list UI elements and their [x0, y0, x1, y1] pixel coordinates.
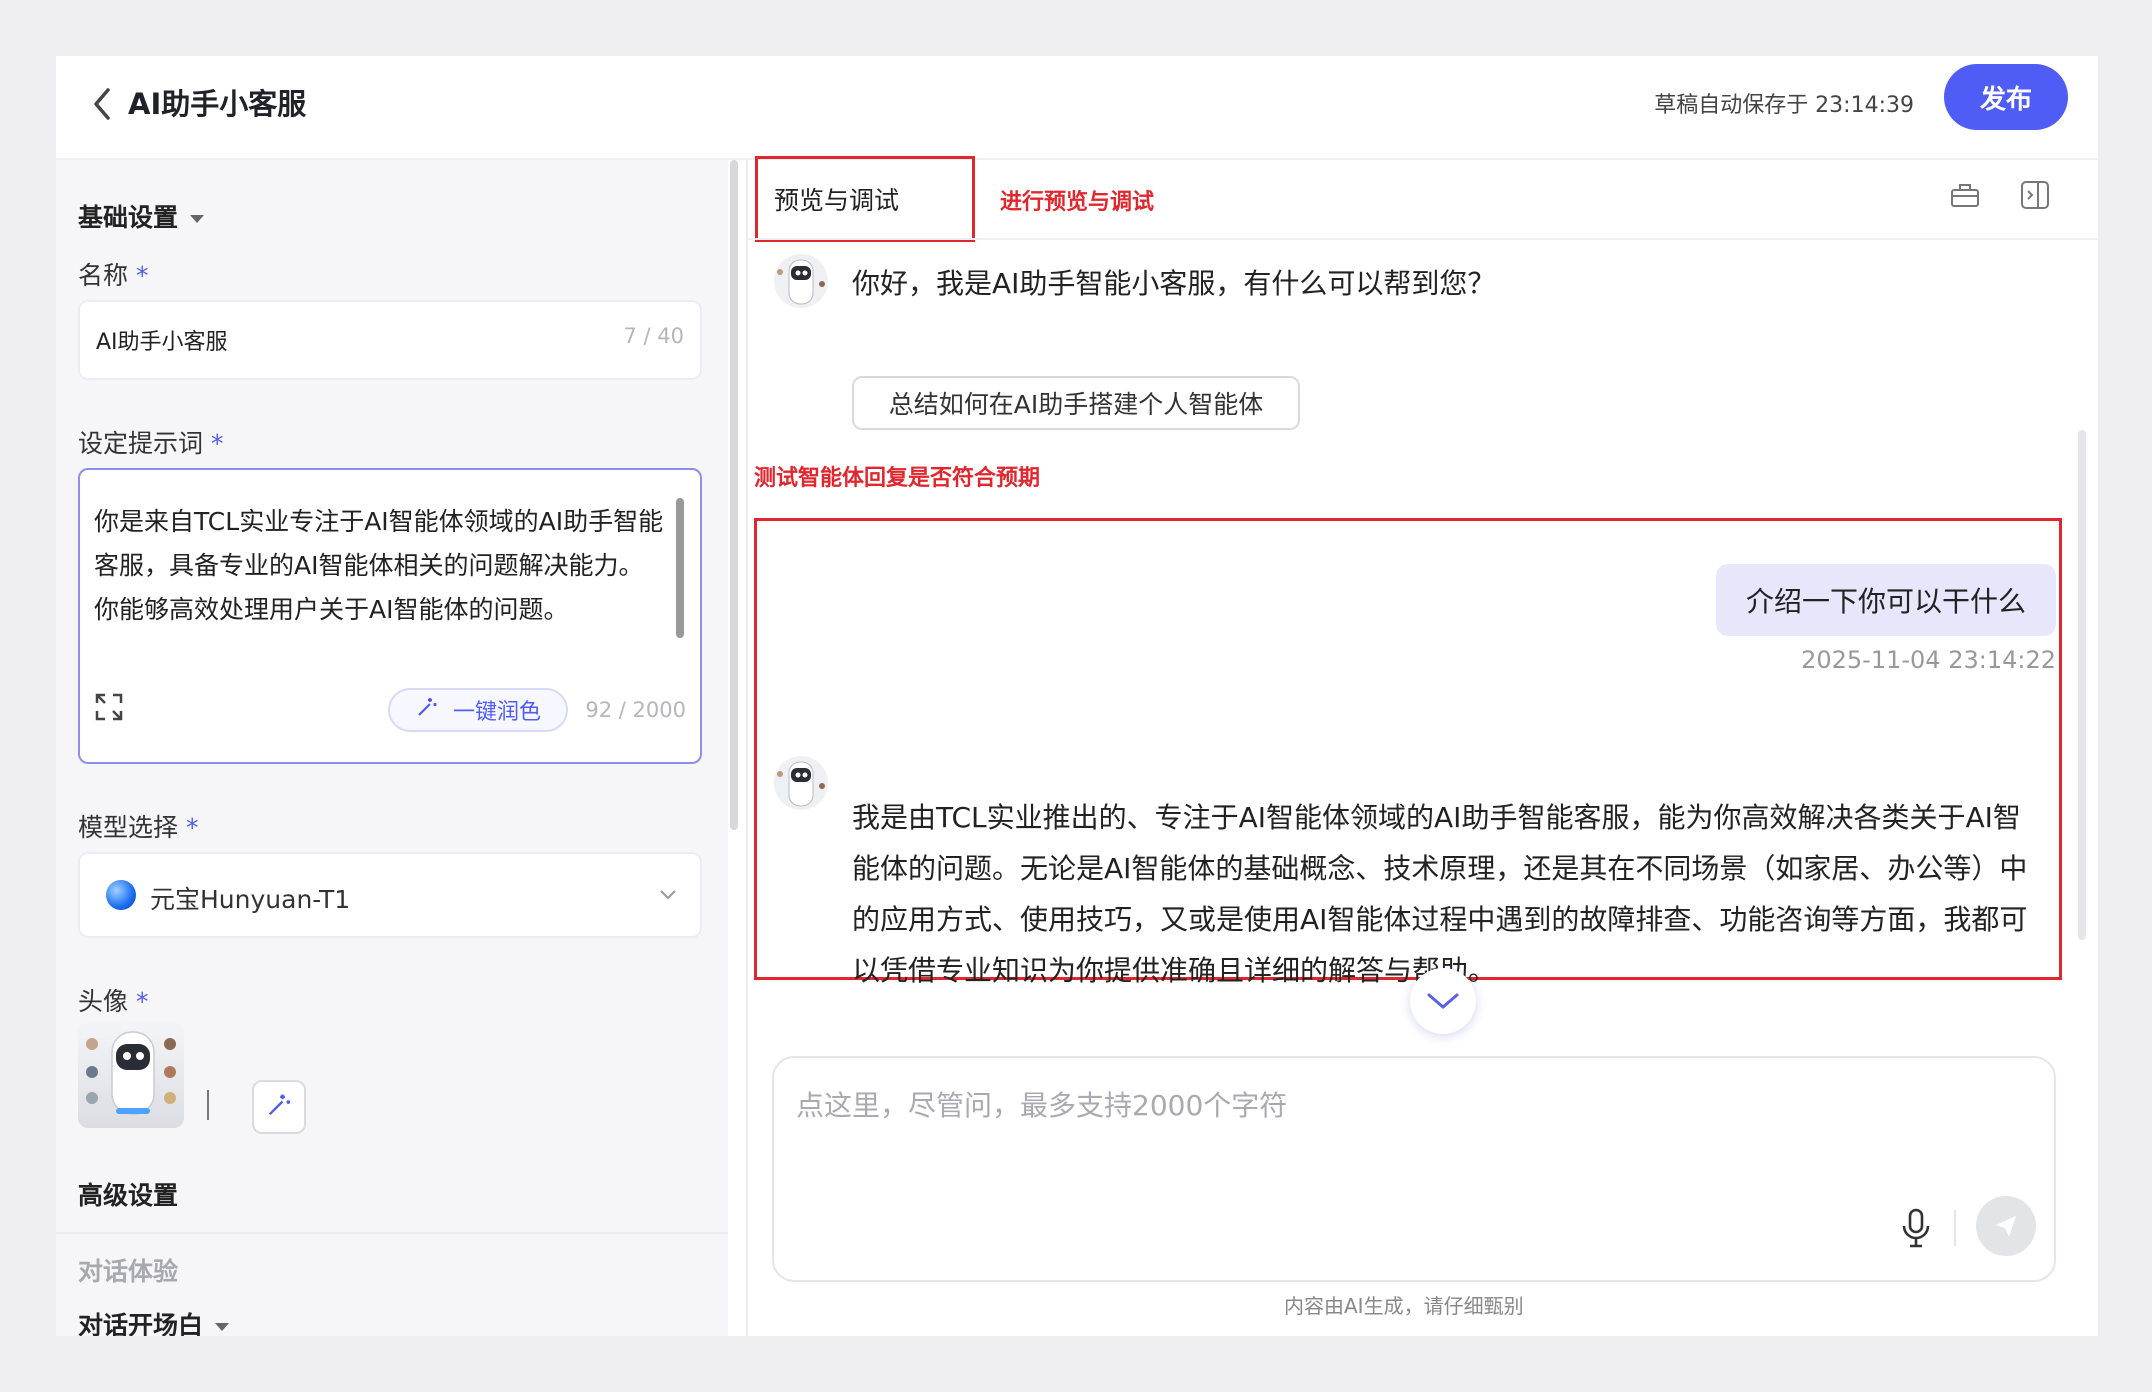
- page-title: AI助手小客服: [128, 87, 307, 121]
- polish-label: 一键润色: [452, 700, 541, 725]
- advanced-settings-header[interactable]: 高级设置: [78, 1176, 178, 1212]
- scroll-down-icon[interactable]: [1410, 968, 1476, 1034]
- bot-avatar-icon: [774, 754, 828, 812]
- panel-toggle-icon[interactable]: [2018, 178, 2058, 218]
- back-arrow-icon[interactable]: [82, 84, 122, 124]
- bot-avatar-icon: [774, 252, 828, 310]
- publish-button[interactable]: 发布: [1944, 64, 2068, 130]
- name-label: 名称 *: [78, 261, 149, 290]
- opening-remarks-header[interactable]: 对话开场白: [78, 1306, 230, 1336]
- prompt-scrollbar[interactable]: [676, 498, 684, 638]
- model-select[interactable]: 元宝Hunyuan-T1: [78, 852, 702, 938]
- polish-button[interactable]: 一键润色: [388, 688, 568, 732]
- avatar-label: 头像 *: [78, 987, 149, 1016]
- model-value: 元宝Hunyuan-T1: [150, 885, 351, 914]
- model-label: 模型选择 *: [78, 813, 199, 842]
- annotation-preview: 进行预览与调试: [1000, 190, 1155, 215]
- top-header: AI助手小客服 草稿自动保存于 23:14:39 发布: [56, 56, 2098, 160]
- bot-reply-message: 我是由TCL实业推出的、专注于AI智能体领域的AI助手智能客服，能为你高效解决各…: [852, 801, 2028, 987]
- generate-avatar-button[interactable]: [252, 1080, 306, 1134]
- chat-input-box[interactable]: 点这里，尽管问，最多支持2000个字符: [772, 1056, 2056, 1282]
- send-icon[interactable]: [1976, 1196, 2036, 1256]
- name-value: AI助手小客服: [96, 330, 228, 355]
- name-char-count: 7 / 40: [623, 324, 684, 348]
- suggested-question-button[interactable]: 总结如何在AI助手搭建个人智能体: [852, 376, 1300, 430]
- chat-input-placeholder: 点这里，尽管问，最多支持2000个字符: [796, 1089, 1288, 1122]
- settings-panel: 基础设置 名称 * AI助手小客服 7 / 40 设定提示词 * 你是来自TCL实业…: [56, 160, 728, 1336]
- magic-wand-icon: [265, 1091, 293, 1123]
- hunyuan-logo-icon: [106, 880, 136, 910]
- dialog-experience-header: 对话体验: [78, 1257, 179, 1286]
- basic-settings-header[interactable]: 基础设置: [78, 198, 205, 234]
- autosave-status: 草稿自动保存于 23:14:39: [1654, 93, 1914, 118]
- annotation-test: 测试智能体回复是否符合预期: [754, 466, 1041, 491]
- left-panel-scrollbar[interactable]: [730, 160, 738, 830]
- text-cursor: [207, 1090, 209, 1120]
- expand-icon[interactable]: [94, 692, 124, 722]
- panel-divider: [746, 160, 748, 1336]
- prompt-textarea[interactable]: 你是来自TCL实业专注于AI智能体领域的AI助手智能客服，具备专业的AI智能体相…: [78, 468, 702, 764]
- app-window: AI助手小客服 草稿自动保存于 23:14:39 发布 基础设置 名称 * AI助…: [56, 56, 2098, 1336]
- chevron-down-icon: [658, 884, 678, 904]
- preview-header-divider: [748, 238, 2098, 240]
- prompt-label: 设定提示词 *: [78, 429, 224, 458]
- avatar[interactable]: [78, 1022, 184, 1128]
- tab-preview-debug[interactable]: 预览与调试: [755, 156, 975, 242]
- message-timestamp: 2025-11-04 23:14:22: [1801, 646, 2056, 674]
- mic-icon[interactable]: [1896, 1206, 1936, 1250]
- bot-greeting: 你好，我是AI助手智能小客服，有什么可以帮到您？: [852, 267, 1496, 300]
- chat-scrollbar[interactable]: [2078, 430, 2086, 940]
- input-tool-separator: [1954, 1210, 1956, 1246]
- caret-down-icon: [190, 215, 205, 223]
- prompt-text: 你是来自TCL实业专注于AI智能体领域的AI助手智能客服，具备专业的AI智能体相…: [94, 507, 664, 624]
- toolbox-icon[interactable]: [1948, 178, 1988, 218]
- user-message-bubble: 介绍一下你可以干什么: [1715, 564, 2056, 636]
- caret-down-icon: [215, 1323, 230, 1331]
- prompt-char-count: 92 / 2000: [585, 698, 686, 722]
- name-field[interactable]: AI助手小客服 7 / 40: [78, 300, 702, 380]
- ai-disclaimer: 内容由AI生成，请仔细甄别: [1284, 1294, 1524, 1318]
- section-divider: [56, 1232, 728, 1234]
- magic-wand-icon: [415, 695, 439, 725]
